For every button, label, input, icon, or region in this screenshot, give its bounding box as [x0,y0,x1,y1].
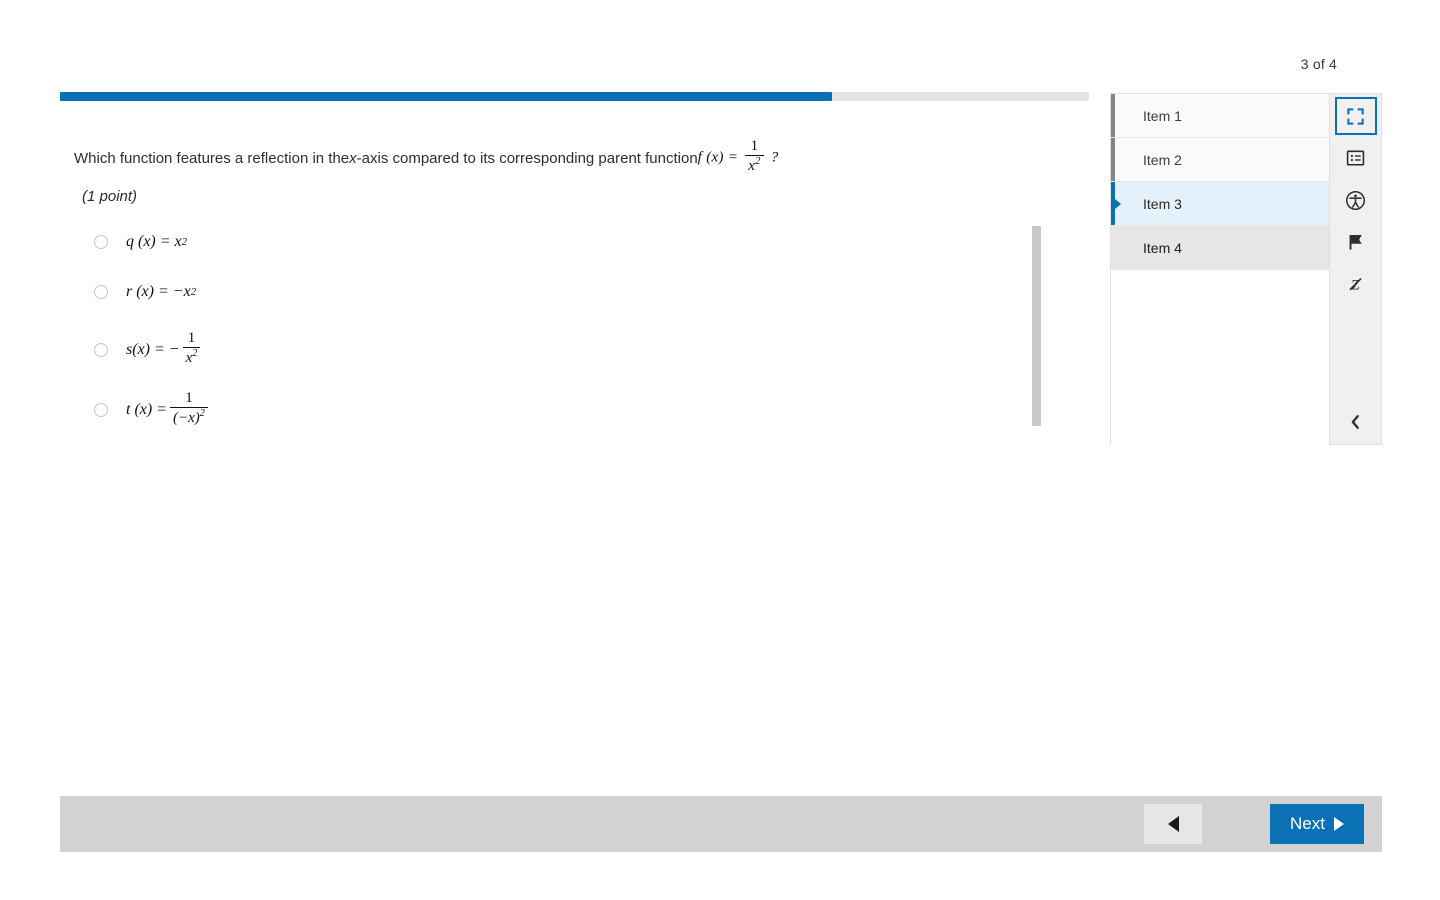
question-formula: f (x) = 1 x2 ? [697,138,779,176]
triangle-left-icon [1167,816,1179,832]
option-r-exponent: 2 [190,286,197,298]
question-mark: ? [770,149,779,166]
item-nav-row-2[interactable]: Item 2 [1111,138,1329,182]
option-t-denominator: (−x)2 [173,407,205,426]
item-nav-label: Item 2 [1143,151,1182,168]
option-t-fraction: 1 (−x)2 [170,390,208,427]
option-t-denominator-exponent: 2 [199,407,205,419]
item-nav-row-3[interactable]: Item 3 [1111,182,1329,226]
triangle-right-icon [1333,817,1344,831]
denominator-exponent: 2 [755,155,761,167]
answer-option-1[interactable]: q (x) = x2 [94,227,694,257]
content-scrollbar-thumb[interactable] [1032,226,1041,426]
item-state-marker [1111,138,1115,181]
item-state-marker [1111,226,1115,269]
answer-option-4[interactable]: t (x) = 1 (−x)2 [94,387,694,433]
question-formula-fraction: 1 x2 [745,138,764,175]
bottom-navigation-bar: Next [60,796,1382,852]
question-suffix: -axis compared to its corresponding pare… [356,149,698,167]
option-s-math: s(x) = −1 x2 [126,330,203,368]
option-t-numerator: 1 [185,390,193,406]
fullscreen-icon[interactable] [1334,97,1377,135]
flag-icon[interactable] [1335,223,1377,261]
answer-eliminator-icon[interactable] [1335,139,1377,177]
content-scrollbar-track[interactable] [1032,112,1041,784]
fraction-denominator: x2 [745,156,763,175]
option-s-numerator: 1 [187,330,196,346]
next-button[interactable]: Next [1270,804,1364,844]
option-t-label: t (x) = [126,401,167,418]
option-q-label: q (x) = x [126,233,182,250]
question-prefix: Which function features a reflection in … [74,149,350,167]
item-nav-label: Item 1 [1143,107,1182,124]
previous-button[interactable] [1144,804,1202,844]
option-s-fraction: 1 x2 [182,330,201,367]
assessment-page: 3 of 4 Which function features a reflect… [0,0,1440,900]
radio-option-t[interactable] [94,403,108,417]
item-navigation-panel: Item 1 Item 2 Item 3 Item 4 [1110,93,1330,446]
item-nav-row-4[interactable]: Item 4 [1111,226,1329,270]
option-s-denominator: x2 [185,347,198,366]
radio-option-r[interactable] [94,285,108,299]
question-content-area: Which function features a reflection in … [60,112,1089,784]
answer-options-list: q (x) = x2r (x) = −x 2 s(x) = −1 x2 t (x) = 1… [94,227,694,447]
tool-icon-rail: Z [1330,93,1382,445]
item-panel-empty-space [1111,270,1329,446]
progress-bar-fill [60,92,832,101]
option-r-math: r (x) = −x 2 [126,283,196,301]
item-state-marker [1111,182,1115,225]
next-button-label: Next [1290,814,1325,833]
option-t-math: t (x) = 1 (−x)2 [126,390,211,428]
option-q-exponent: 2 [181,236,188,248]
item-nav-row-1[interactable]: Item 1 [1111,94,1329,138]
chevron-left-icon[interactable] [1335,402,1377,442]
item-nav-label: Item 4 [1143,239,1182,256]
question-formula-fn: f (x) = [697,149,739,166]
radio-option-q[interactable] [94,235,108,249]
strikethrough-icon[interactable]: Z [1335,265,1377,303]
option-q-math: q (x) = x2 [126,233,187,251]
question-italic-variable: x [349,149,357,167]
option-s-label: s(x) = − [126,341,180,358]
progress-bar-track [60,92,1089,101]
page-counter: 3 of 4 [1300,56,1337,72]
answer-option-2[interactable]: r (x) = −x 2 [94,277,694,307]
item-nav-label: Item 3 [1143,195,1182,212]
accessibility-icon[interactable] [1335,181,1377,219]
answer-option-3[interactable]: s(x) = −1 x2 [94,327,694,373]
radio-option-s[interactable] [94,343,108,357]
option-s-denominator-exponent: 2 [192,347,198,359]
question-text: Which function features a reflection in … [74,138,779,176]
fraction-numerator: 1 [750,138,759,154]
item-state-marker [1111,94,1115,137]
points-label: (1 point) [82,188,138,205]
option-r-label: r (x) = −x [126,283,191,300]
